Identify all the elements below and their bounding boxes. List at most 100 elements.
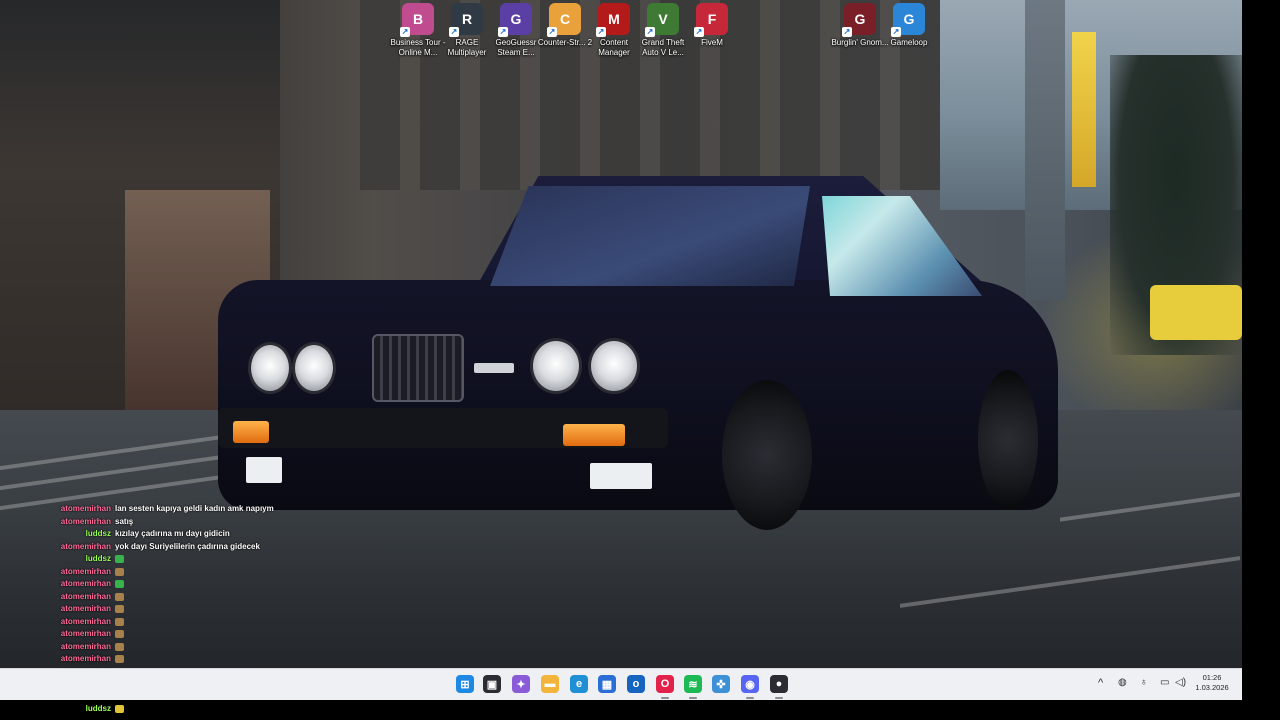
file-explorer-icon[interactable]: ▬ (541, 675, 559, 693)
content-manager-icon: M ↗ (596, 3, 630, 37)
desktop-shortcut[interactable]: V ↗ Grand Theft Auto V Le... (638, 3, 688, 58)
tray-network-status-icon[interactable]: ◍ (1118, 677, 1127, 688)
tray-overflow-chevron-icon[interactable]: ^ (1098, 677, 1103, 689)
chat-message: atomemirhan (0, 628, 420, 641)
desktop-shortcut[interactable]: R ↗ RAGE Multiplayer (442, 3, 492, 58)
shortcut-arrow-icon: ↗ (400, 27, 410, 37)
car-headlight (248, 342, 292, 394)
counter-strike-2-icon: C ↗ (547, 3, 581, 37)
network-app-icon[interactable]: ✜ (712, 675, 730, 693)
car-grille (372, 334, 464, 402)
microsoft-store-icon[interactable]: ▦ (598, 675, 616, 693)
discord-icon[interactable]: ◉ (741, 675, 759, 693)
car-front-wheel (722, 380, 812, 530)
running-app-indicator (775, 697, 783, 699)
business-tour-icon: B ↗ (400, 3, 434, 37)
chat-message: atomemirhan (0, 603, 420, 616)
wallpaper-yellow-storefront (1150, 285, 1242, 340)
chat-emote-icon (115, 642, 124, 651)
car-headlight (588, 338, 640, 394)
chat-username: atomemirhan (60, 629, 111, 639)
gta-v-icon: V ↗ (645, 3, 679, 37)
burglin-gnomes-icon: G ↗ (842, 3, 876, 37)
running-app-indicator (661, 697, 669, 699)
desktop-shortcut[interactable]: B ↗ Business Tour - Online M... (391, 3, 446, 58)
chat-emote-icon (115, 617, 124, 626)
car-rear-wheel (978, 370, 1038, 510)
chat-username: atomemirhan (60, 654, 111, 664)
chat-emote-icon (115, 605, 124, 614)
chat-emote-icon (115, 592, 124, 601)
car-headlight (292, 342, 336, 394)
shortcut-arrow-icon: ↗ (842, 27, 852, 37)
system-clock[interactable]: 01:26 1.03.2026 (1190, 673, 1234, 693)
chat-username: atomemirhan (60, 616, 111, 626)
microphone-icon[interactable]: ♁ (1140, 677, 1148, 688)
outlook-icon[interactable]: o (627, 675, 645, 693)
clock-date: 1.03.2026 (1195, 683, 1229, 692)
chat-username: luddsz (85, 529, 111, 539)
chat-username: luddsz (85, 554, 111, 564)
chat-message: atomemirhan (0, 566, 420, 579)
desktop-shortcut[interactable]: G ↗ Burglin' Gnom... (831, 3, 889, 48)
shortcut-arrow-icon: ↗ (449, 27, 459, 37)
chat-username: luddsz (85, 704, 111, 714)
recording-app-icon[interactable]: ● (770, 675, 788, 693)
shortcut-arrow-icon: ↗ (694, 27, 704, 37)
running-app-indicator (689, 697, 697, 699)
chat-username: atomemirhan (60, 541, 111, 551)
chat-username: atomemirhan (60, 566, 111, 576)
volume-icon[interactable]: ◁) (1175, 677, 1186, 688)
shortcut-arrow-icon: ↗ (645, 27, 655, 37)
desktop-shortcut[interactable]: G ↗ GeoGuessr Steam E... (491, 3, 541, 58)
rage-multiplayer-icon: R ↗ (449, 3, 483, 37)
display-icon[interactable]: ▭ (1160, 677, 1169, 688)
chat-username: atomemirhan (60, 516, 111, 526)
car-windshield (490, 186, 810, 286)
chat-username: atomemirhan (60, 641, 111, 651)
fivem-icon: F ↗ (694, 3, 728, 37)
chat-message: atomemirhan lan sesten kapıya geldi kadın… (0, 503, 420, 516)
running-app-indicator (746, 697, 754, 699)
road-marking (900, 556, 1240, 608)
desktop-shortcut[interactable]: M ↗ Content Manager (589, 3, 639, 58)
chat-message: atomemirhan (0, 578, 420, 591)
chat-emote-icon (115, 655, 124, 664)
task-view-icon[interactable]: ▣ (483, 675, 501, 693)
car-badge (474, 363, 514, 373)
car-fog-light (590, 463, 652, 489)
shortcut-arrow-icon: ↗ (547, 27, 557, 37)
car-indicator-light (233, 421, 269, 443)
chat-message: atomemirhan (0, 591, 420, 604)
chat-username: atomemirhan (60, 591, 111, 601)
road-marking (0, 433, 230, 471)
chat-message: atomemirhan (0, 616, 420, 629)
chat-message: luddsz kızılay çadırına mı dayı gidicin (0, 528, 420, 541)
chat-message-text: kızılay çadırına mı dayı gidicin (115, 529, 230, 539)
desktop-shortcut[interactable]: G ↗ Gameloop (884, 3, 934, 48)
chat-message-text: satış (115, 516, 134, 526)
spotify-icon[interactable]: ≋ (684, 675, 702, 693)
geoguessr-icon: G ↗ (498, 3, 532, 37)
edge-browser-icon[interactable]: e (570, 675, 588, 693)
chat-emote-icon (115, 555, 124, 564)
chat-message-text: yok dayı Suriyelilerin çadırına gidecek (115, 541, 260, 551)
car-headlight (530, 338, 582, 394)
start-button-icon[interactable]: ⊞ (456, 675, 474, 693)
car-side-window (822, 196, 982, 296)
copilot-icon[interactable]: ✦ (512, 675, 530, 693)
desktop-shortcut-label: Gameloop (890, 38, 928, 47)
desktop-shortcut-label: FiveM (701, 38, 723, 47)
chat-message: atomemirhan (0, 653, 420, 666)
gameloop-icon: G ↗ (891, 3, 925, 37)
chat-emote-icon (115, 705, 124, 714)
desktop-shortcut[interactable]: F ↗ FiveM (687, 3, 737, 48)
desktop-shortcut[interactable]: C ↗ Counter-Str... 2 (538, 3, 592, 48)
chat-emote-icon (115, 630, 124, 639)
road-marking (1060, 492, 1240, 522)
chat-username: atomemirhan (60, 579, 111, 589)
opera-gx-icon[interactable]: O (656, 675, 674, 693)
shortcut-arrow-icon: ↗ (498, 27, 508, 37)
chat-emote-icon (115, 567, 124, 576)
chat-message: atomemirhan yok dayı Suriyelilerin çadırı… (0, 541, 420, 554)
